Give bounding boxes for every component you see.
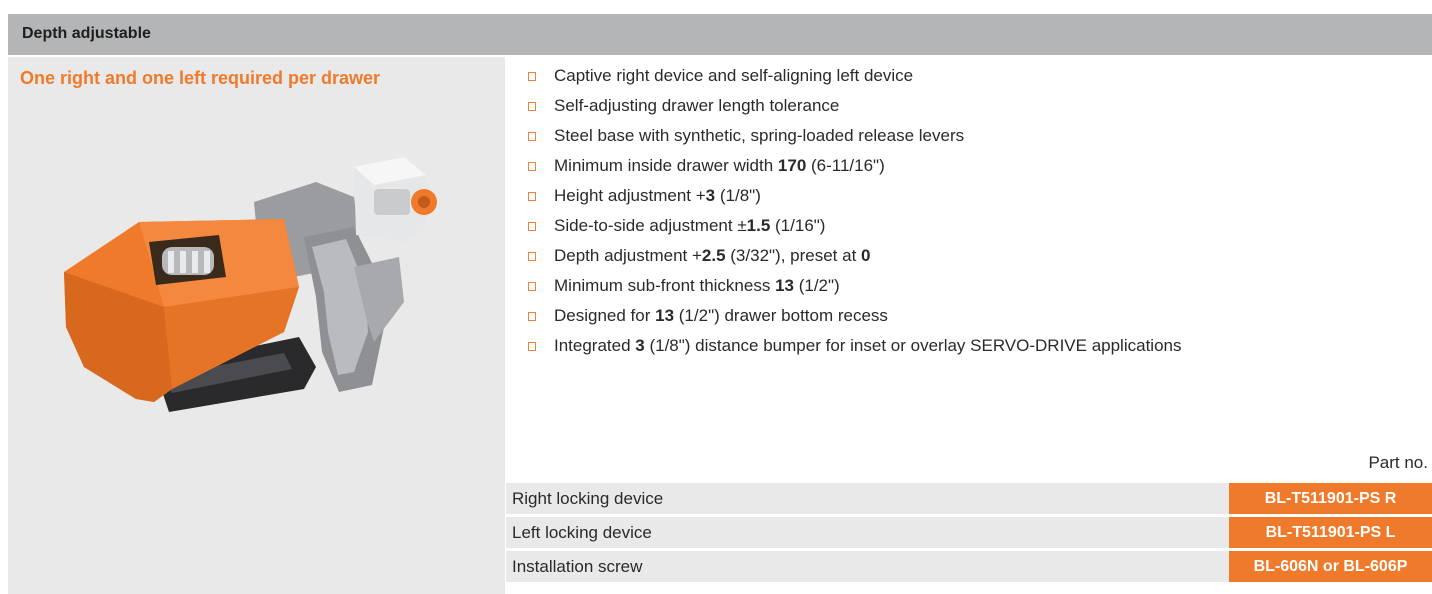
feature-text-run: Designed for	[554, 306, 656, 325]
feature-text-run: Height adjustment +	[554, 186, 706, 205]
feature-text-run: (3/32"), preset at	[725, 246, 862, 265]
feature-text-run: Depth adjustment +	[554, 246, 702, 265]
feature-value: 2.5	[701, 246, 726, 265]
bullet-icon	[528, 312, 536, 321]
product-panel: One right and one left required per draw…	[8, 57, 505, 594]
feature-text-run: (1/2")	[794, 276, 840, 295]
feature-text-run: (1/2") drawer bottom recess	[674, 306, 888, 325]
part-number: BL-T511901-PS L	[1229, 517, 1432, 548]
product-subtitle: One right and one left required per draw…	[20, 68, 381, 88]
feature-text-run: Minimum sub-front thickness	[554, 276, 776, 295]
feature-text: Minimum sub-front thickness 13 (1/2")	[554, 271, 840, 301]
feature-text: Side-to-side adjustment ±1.5 (1/16")	[554, 211, 825, 241]
feature-item: Self-adjusting drawer length tolerance	[506, 91, 1432, 121]
bullet-icon	[528, 192, 536, 201]
feature-item: Height adjustment +3 (1/8")	[506, 181, 1432, 211]
bullet-icon	[528, 252, 536, 261]
bullet-icon	[528, 342, 536, 351]
feature-item: Designed for 13 (1/2") drawer bottom rec…	[506, 301, 1432, 331]
part-name: Left locking device	[512, 523, 652, 542]
feature-list: Captive right device and self-aligning l…	[506, 61, 1432, 361]
feature-text: Integrated 3 (1/8") distance bumper for …	[554, 331, 1181, 361]
bullet-icon	[528, 102, 536, 111]
feature-value: 3	[635, 336, 645, 355]
part-no-heading: Part no.	[1368, 453, 1428, 472]
feature-text: Minimum inside drawer width 170 (6-11/16…	[554, 151, 885, 181]
bullet-icon	[528, 162, 536, 171]
table-row: Installation screw BL-606N or BL-606P	[506, 551, 1432, 582]
feature-value: 13	[655, 306, 675, 325]
feature-value: 3	[705, 186, 716, 205]
feature-item: Depth adjustment +2.5 (3/32"), preset at…	[506, 241, 1432, 271]
section-title: Depth adjustable	[22, 25, 151, 42]
feature-value: 0	[861, 246, 871, 265]
feature-text: Steel base with synthetic, spring-loaded…	[554, 121, 964, 151]
feature-item: Integrated 3 (1/8") distance bumper for …	[506, 331, 1432, 361]
feature-text-run: Steel base with synthetic, spring-loaded…	[554, 126, 965, 145]
part-number: BL-T511901-PS R	[1229, 483, 1432, 514]
feature-text-run: (6-11/16")	[806, 156, 885, 175]
feature-item: Minimum sub-front thickness 13 (1/2")	[506, 271, 1432, 301]
feature-item: Captive right device and self-aligning l…	[506, 61, 1432, 91]
section-header: Depth adjustable	[8, 14, 1432, 55]
part-name: Installation screw	[512, 557, 643, 576]
feature-text: Depth adjustment +2.5 (3/32"), preset at…	[554, 241, 871, 271]
bullet-icon	[528, 222, 536, 231]
bullet-icon	[528, 282, 536, 291]
feature-text-run: (1/8") distance bumper for inset or over…	[644, 336, 1182, 355]
specs-panel: Captive right device and self-aligning l…	[506, 57, 1432, 594]
feature-text-run: Integrated	[554, 336, 636, 355]
parts-table: Right locking device BL-T511901-PS R Lef…	[506, 483, 1432, 585]
feature-value: 13	[775, 276, 794, 295]
table-row: Right locking device BL-T511901-PS R	[506, 483, 1432, 514]
feature-item: Minimum inside drawer width 170 (6-11/16…	[506, 151, 1432, 181]
table-row: Left locking device BL-T511901-PS L	[506, 517, 1432, 548]
feature-value: 170	[777, 156, 807, 175]
feature-text: Captive right device and self-aligning l…	[554, 61, 913, 91]
bullet-icon	[528, 72, 536, 81]
feature-text: Designed for 13 (1/2") drawer bottom rec…	[554, 301, 888, 331]
feature-text-run: Self-adjusting drawer length tolerance	[554, 96, 840, 115]
feature-text-run: Captive right device and self-aligning l…	[554, 66, 914, 85]
feature-item: Side-to-side adjustment ±1.5 (1/16")	[506, 211, 1432, 241]
part-name: Right locking device	[512, 489, 664, 508]
locking-device-image	[64, 157, 437, 412]
feature-text-run: (1/8")	[715, 186, 761, 205]
feature-value: 1.5	[746, 216, 771, 235]
feature-item: Steel base with synthetic, spring-loaded…	[506, 121, 1432, 151]
feature-text-run: Side-to-side adjustment ±	[554, 216, 747, 235]
feature-text-run: Minimum inside drawer width	[554, 156, 778, 175]
part-number: BL-606N or BL-606P	[1229, 551, 1432, 582]
feature-text-run: (1/16")	[770, 216, 826, 235]
bullet-icon	[528, 132, 536, 141]
feature-text: Self-adjusting drawer length tolerance	[554, 91, 839, 121]
feature-text: Height adjustment +3 (1/8")	[554, 181, 761, 211]
